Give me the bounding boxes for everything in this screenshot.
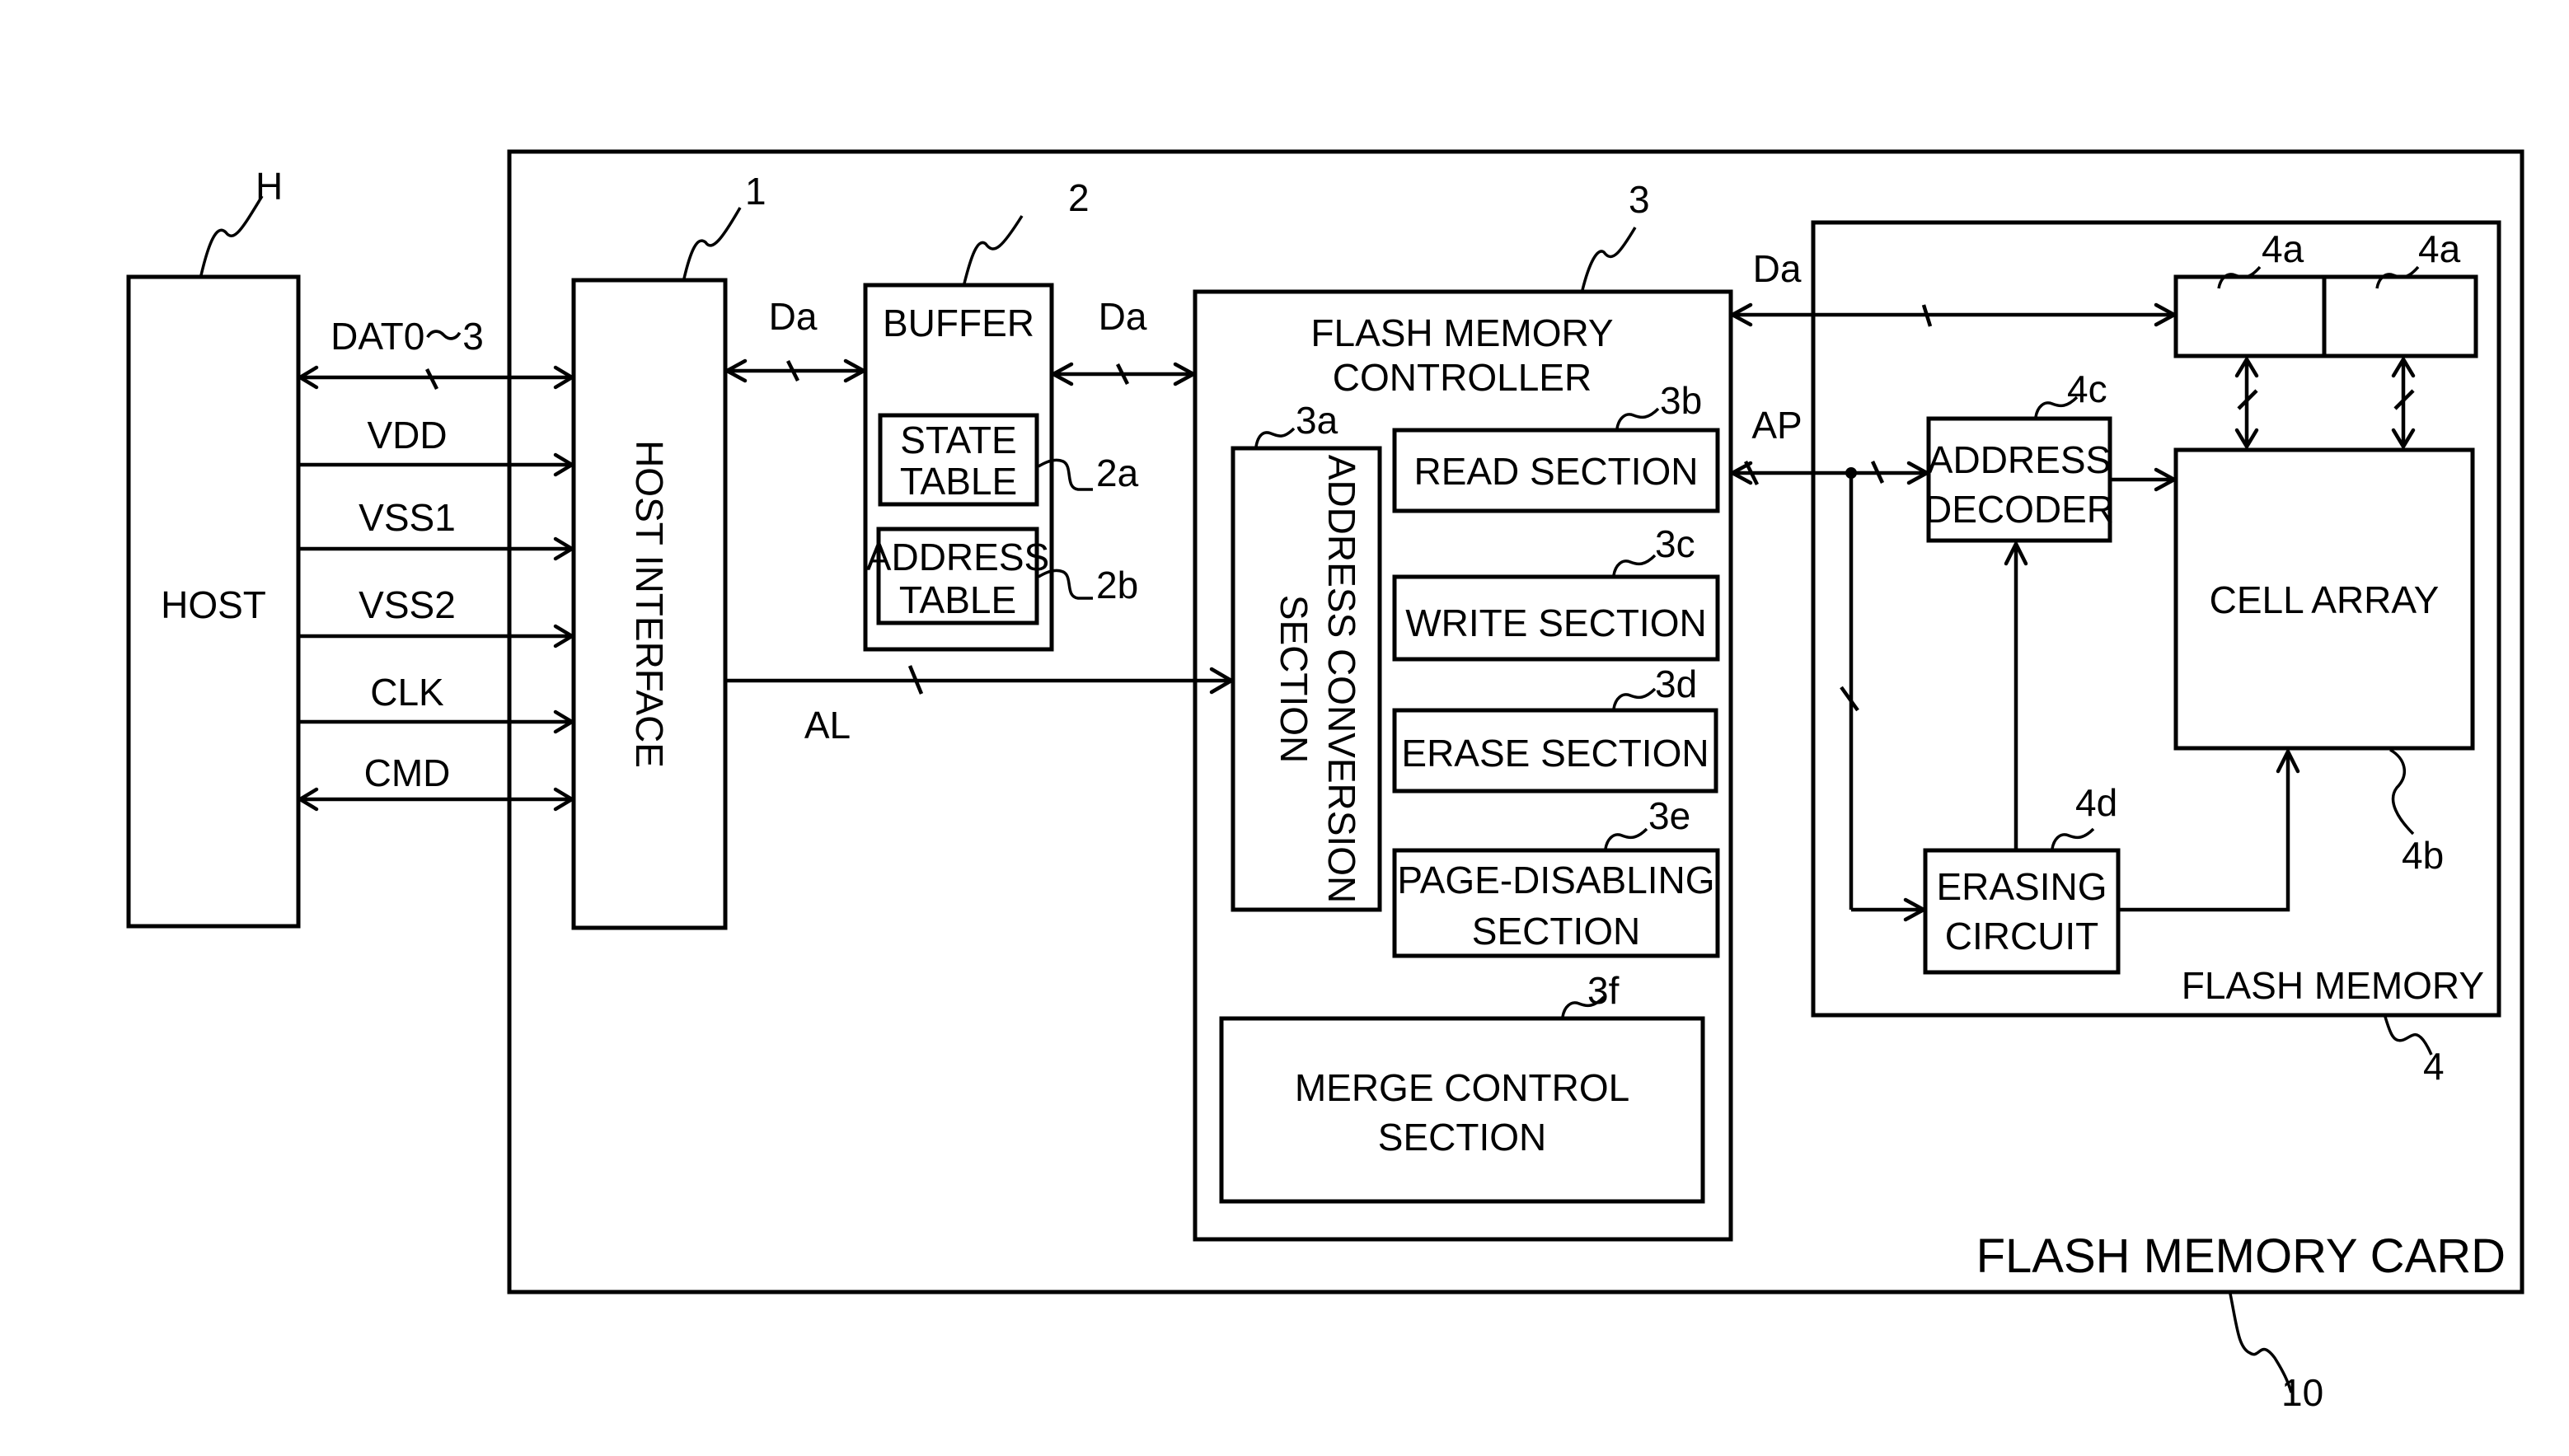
write-section-leader [1612, 554, 1657, 576]
controller-flash-da-bus: Da [1730, 247, 2177, 327]
buffer-label: BUFFER [883, 302, 1034, 344]
page-disabling-ref: 3e [1648, 794, 1690, 837]
flash-da-label: Da [1753, 247, 1802, 290]
host-label: HOST [161, 583, 266, 626]
erase-section-leader [1612, 687, 1657, 709]
erasing-circuit-leader [2051, 827, 2095, 850]
merge-control-box [1219, 1016, 1705, 1204]
address-conversion-line1: ADDRESS CONVERSION [1320, 455, 1363, 903]
al-bus: AL [727, 665, 1234, 747]
state-table-ref: 2a [1096, 452, 1139, 494]
host-block: HOST H [126, 165, 301, 929]
al-label: AL [804, 704, 851, 747]
merge-control-line1: MERGE CONTROL [1295, 1066, 1629, 1109]
host-interface-leader [682, 207, 742, 279]
address-table-line1: ADDRESS [866, 536, 1049, 578]
erase-section: ERASE SECTION 3d [1392, 662, 1718, 794]
controller-title-line2: CONTROLLER [1333, 356, 1592, 399]
flash-memory-label: FLASH MEMORY [2182, 964, 2484, 1007]
cell-array-label: CELL ARRAY [2210, 578, 2440, 621]
erasing-circuit: ERASING CIRCUIT 4d [1923, 781, 2121, 975]
write-section-ref: 3c [1655, 522, 1695, 565]
merge-control-section: MERGE CONTROL SECTION 3f [1219, 969, 1705, 1204]
state-table: STATE TABLE 2a [878, 413, 1139, 507]
write-section-label: WRITE SECTION [1405, 602, 1706, 644]
host-ref: H [255, 165, 283, 208]
read-section: READ SECTION 3b [1392, 379, 1720, 513]
page-buffer-left [2173, 274, 2327, 358]
address-conversion-line2: SECTION [1273, 595, 1315, 763]
address-conversion-leader [1254, 427, 1296, 447]
host-interface-ref: 1 [745, 170, 766, 213]
page-disabling-leader [1604, 827, 1648, 850]
controller-ref: 3 [1629, 178, 1650, 221]
card-label: FLASH MEMORY CARD [1976, 1229, 2506, 1283]
state-table-line2: TABLE [900, 460, 1017, 503]
buffer-controller-bus: Da [1051, 295, 1196, 386]
address-decoder: ADDRESS DECODER 4c [1924, 368, 2114, 543]
controller-leader [1581, 227, 1637, 291]
page-buffer-left-ref: 4a [2262, 227, 2304, 270]
host-leader [199, 195, 264, 276]
buffer-controller-da-label: Da [1099, 295, 1147, 338]
address-table-ref: 2b [1096, 564, 1138, 606]
flash-memory-ref: 4 [2423, 1045, 2445, 1088]
merge-control-ref: 3f [1587, 969, 1620, 1012]
erasing-circuit-ref: 4d [2075, 781, 2117, 824]
buffer-array-links [2234, 357, 2416, 449]
erasing-circuit-line1: ERASING [1936, 865, 2107, 908]
dat-label: DAT0～3 [331, 315, 484, 358]
buffer-leader [963, 215, 1024, 284]
erase-section-label: ERASE SECTION [1401, 732, 1709, 775]
page-buffer-right [2322, 274, 2478, 358]
controller-block: FLASH MEMORY CONTROLLER 3 ADDRESS CONVER… [1193, 178, 1733, 1242]
vss1-label: VSS1 [359, 496, 456, 539]
page-buffers: 4a 4a [2173, 227, 2478, 358]
hi-buffer-da-label: Da [769, 295, 818, 338]
address-decoder-ref: 4c [2067, 368, 2107, 410]
ap-label: AP [1751, 404, 1802, 447]
erasing-to-array-line [2120, 751, 2290, 912]
erasing-circuit-line2: CIRCUIT [1945, 915, 2099, 957]
clk-label: CLK [370, 671, 444, 714]
cell-array-leader [2389, 748, 2415, 836]
host-interface-label: HOST INTERFACE [628, 440, 671, 768]
erase-section-ref: 3d [1655, 662, 1697, 705]
vdd-label: VDD [367, 414, 447, 456]
page-disabling-section: PAGE-DISABLING SECTION 3e [1392, 794, 1720, 958]
buffer-ref: 2 [1068, 176, 1090, 219]
ap-bus: AP [1730, 404, 1929, 922]
page-buffer-right-ref: 4a [2418, 227, 2461, 270]
buffer-block: BUFFER 2 STATE TABLE 2a ADDRESS TABLE 2b [863, 176, 1139, 652]
host-bus: DAT0～3 VDD VSS1 VSS2 CLK CMD [298, 315, 574, 812]
cmd-label: CMD [364, 751, 451, 794]
page-disabling-line2: SECTION [1472, 910, 1640, 953]
write-section: WRITE SECTION 3c [1392, 522, 1720, 662]
address-conversion-section: ADDRESS CONVERSION SECTION 3a [1231, 399, 1382, 912]
address-table: ADDRESS TABLE 2b [866, 527, 1138, 625]
state-table-line1: STATE [900, 419, 1016, 461]
cell-array-ref: 4b [2402, 834, 2444, 877]
address-decoder-line1: ADDRESS [1928, 438, 2111, 481]
address-decoder-line2: DECODER [1924, 488, 2114, 531]
hi-buffer-bus: Da [724, 295, 866, 383]
address-conversion-ref: 3a [1296, 399, 1338, 442]
cell-array: CELL ARRAY 4b [2173, 447, 2475, 877]
state-table-leader [1038, 458, 1093, 491]
vss2-label: VSS2 [359, 583, 456, 626]
page-disabling-line1: PAGE-DISABLING [1397, 859, 1714, 901]
address-table-line2: TABLE [899, 578, 1016, 621]
read-section-label: READ SECTION [1413, 450, 1698, 493]
read-section-leader [1615, 407, 1660, 429]
block-diagram: HOST H FLASH MEMORY CARD 10 DAT0～3 VDD V… [126, 149, 2524, 1414]
read-section-ref: 3b [1660, 379, 1702, 422]
merge-control-line2: SECTION [1378, 1116, 1546, 1159]
flash-memory-block: FLASH MEMORY 4 4a 4a ADDRESS DECODER 4c … [1811, 220, 2501, 1088]
controller-title-line1: FLASH MEMORY [1310, 311, 1613, 354]
card-ref: 10 [2281, 1371, 2323, 1414]
host-interface-block: HOST INTERFACE 1 [571, 170, 766, 930]
